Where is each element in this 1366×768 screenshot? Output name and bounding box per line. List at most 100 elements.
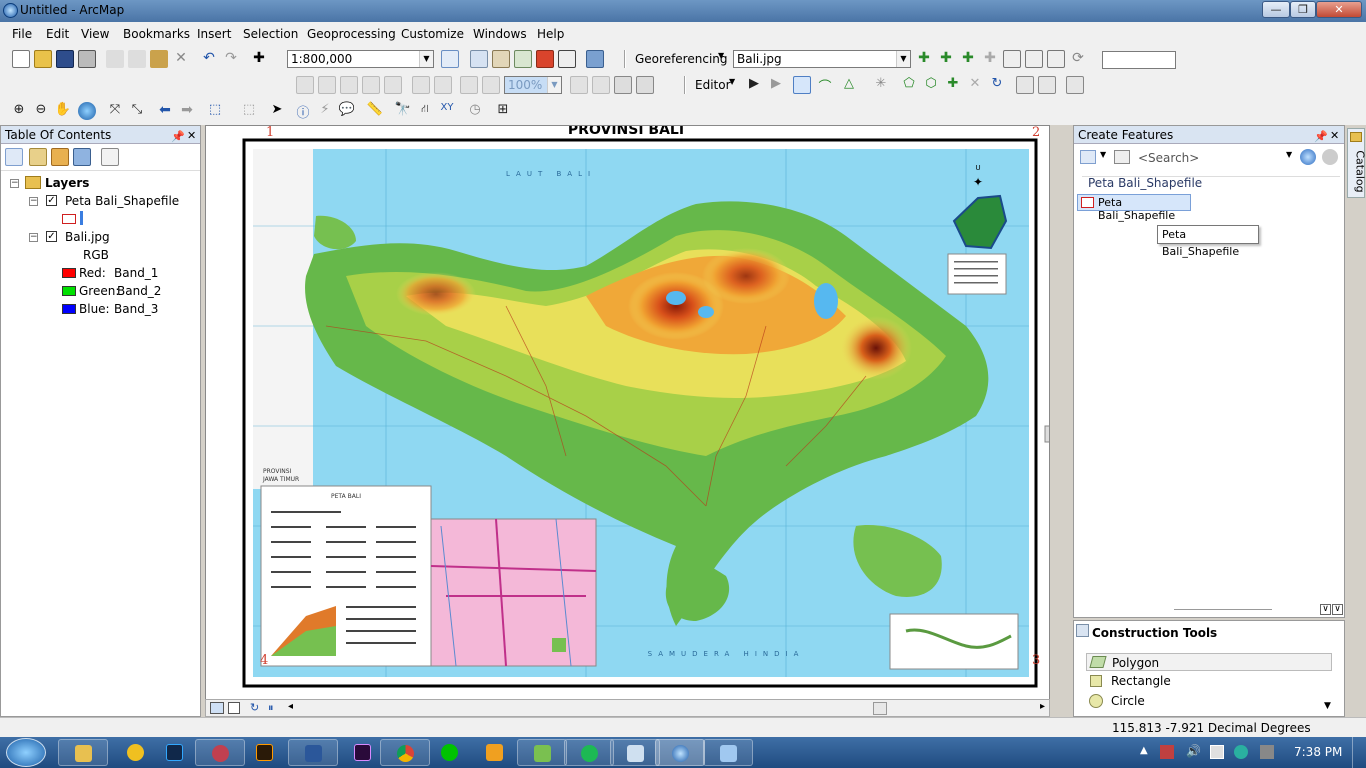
select-features-icon[interactable]: ⬚ [206,102,224,120]
tool-polygon[interactable]: Polygon [1086,653,1332,671]
catalog-window-icon[interactable] [492,50,510,68]
taskbar-word[interactable] [288,739,338,766]
layout-view-icon[interactable] [228,702,240,714]
image-zoom-icon[interactable] [614,76,632,94]
editor-toolbar-icon[interactable] [441,50,459,68]
find-binoculars-icon[interactable]: 🔭 [394,102,412,120]
collapse-icon[interactable]: − [10,179,19,188]
template-search-input[interactable]: <Search> [1138,151,1199,165]
list-by-drawing-order-icon[interactable] [5,148,23,166]
trace-icon[interactable]: △ [840,76,858,94]
identify-icon[interactable]: ⓘ [294,102,312,121]
flicker-icon[interactable] [412,76,430,94]
taskbar-illustrator[interactable] [240,739,290,766]
close-button[interactable]: ✕ [1316,1,1362,18]
taskbar-spotify[interactable] [564,739,614,766]
menu-bookmarks[interactable]: Bookmarks [123,27,190,41]
auto-adjust-icon[interactable] [1047,50,1065,68]
georef-layer-combo[interactable]: Bali.jpg ▼ [733,50,911,68]
bali-map-image[interactable]: ✦ U PROVINSI BALI PROVINSI JAWA TIMUR SA… [206,126,1050,700]
brightness-icon[interactable] [340,76,358,94]
search-window-icon[interactable] [514,50,532,68]
toc-layer-shapefile[interactable]: Peta Bali_Shapefile [65,194,179,208]
tool-circle[interactable]: Circle [1086,692,1332,710]
maximize-button[interactable]: ❐ [1290,1,1316,18]
taskbar-messenger[interactable] [517,739,567,766]
fixed-zoom-in-icon[interactable]: ⤧ [106,102,124,120]
pin-icon[interactable]: 📌 [1314,128,1328,146]
toc-options-icon[interactable] [101,148,119,166]
taskbar-clock[interactable]: 7:38 PM [1294,745,1342,759]
menu-geoprocessing[interactable]: Geoprocessing [307,27,396,41]
arctoolbox-icon[interactable] [536,50,554,68]
python-window-icon[interactable] [558,50,576,68]
swipe-icon[interactable] [384,76,402,94]
data-view-icon[interactable] [210,702,224,714]
add-control-points-icon[interactable]: ✚ [915,50,933,68]
select-link-icon[interactable]: ✚ [937,50,955,68]
model-builder-icon[interactable] [586,50,604,68]
menu-selection[interactable]: Selection [243,27,298,41]
tool-rectangle[interactable]: Rectangle [1086,672,1332,690]
taskbar-app2[interactable] [195,739,245,766]
edit-tool-icon[interactable]: ▶ [745,76,763,94]
delete-link-icon[interactable]: ✚ [981,50,999,68]
minimize-button[interactable]: — [1262,1,1290,18]
map-display[interactable]: ✦ U PROVINSI BALI PROVINSI JAWA TIMUR SA… [205,125,1050,700]
image-page-icon[interactable] [570,76,588,94]
zoom-to-link-icon[interactable]: ✚ [959,50,977,68]
paste-icon[interactable] [150,50,168,68]
delete-icon[interactable]: ✕ [172,50,190,68]
tray-app2-icon[interactable] [1234,745,1248,759]
full-extent-globe-icon[interactable] [78,102,96,120]
new-document-icon[interactable] [12,50,30,68]
zoom-out-icon[interactable]: ⊖ [32,102,50,120]
menu-customize[interactable]: Customize [401,27,464,41]
fixed-zoom-out-icon[interactable]: ⤡ [128,102,146,120]
close-icon[interactable]: ✕ [1330,127,1339,145]
vertical-scrollbar-thumb[interactable] [1044,425,1050,443]
pan-hand-icon[interactable]: ✋ [54,102,72,120]
gamma-icon[interactable] [362,76,380,94]
cut-polygons-icon[interactable]: ✚ [944,76,962,94]
clear-search-icon[interactable] [1322,149,1338,165]
taskbar-chrome[interactable] [380,739,430,766]
measure-icon[interactable]: 📏 [366,102,384,120]
transparency-combo[interactable]: 100% ▼ [504,76,562,94]
point-icon[interactable]: ✳ [872,76,890,94]
attributes-icon[interactable] [1016,76,1034,94]
refresh-icon[interactable]: ↻ [250,701,259,714]
horizontal-scrollbar-thumb[interactable] [873,702,887,715]
network-icon[interactable] [1210,745,1224,759]
taskbar-line[interactable] [425,739,475,766]
rotate-icon[interactable]: ⟳ [1069,50,1087,68]
tray-app-icon[interactable] [1160,745,1174,759]
straight-segment-icon[interactable] [793,76,811,94]
cut-icon[interactable] [106,50,124,68]
clear-selection-icon[interactable]: ⬚ [240,102,258,120]
redo-icon[interactable]: ↷ [222,50,240,68]
layer-visibility-checkbox[interactable]: ✓ [46,231,57,242]
menu-windows[interactable]: Windows [473,27,527,41]
image-pan-icon[interactable] [592,76,610,94]
table-window-icon[interactable] [470,50,488,68]
taskbar-arcmap[interactable] [655,739,705,766]
edit-vertices-icon[interactable]: ⬠ [900,76,918,94]
rotate-edit-icon[interactable]: ↻ [988,76,1006,94]
editor-menu[interactable]: Editor [695,78,731,92]
organize-templates-icon[interactable] [1080,150,1096,164]
open-folder-icon[interactable] [34,50,52,68]
catalog-tab[interactable]: Catalog [1347,128,1366,198]
show-hidden-icons[interactable]: ▲ [1140,745,1148,756]
map-scale-combo[interactable]: 1:800,000 ▼ [287,50,434,68]
collapse-icon[interactable]: − [29,197,38,206]
taskbar-photoshop[interactable] [150,739,200,766]
viewer-icon[interactable] [1003,50,1021,68]
tray-app3-icon[interactable] [1260,745,1274,759]
taskbar-remote[interactable] [703,739,753,766]
menu-help[interactable]: Help [537,27,564,41]
copy-icon[interactable] [128,50,146,68]
taskbar-media-player[interactable] [470,739,520,766]
rotation-input[interactable] [1102,51,1176,69]
list-by-selection-icon[interactable] [73,148,91,166]
